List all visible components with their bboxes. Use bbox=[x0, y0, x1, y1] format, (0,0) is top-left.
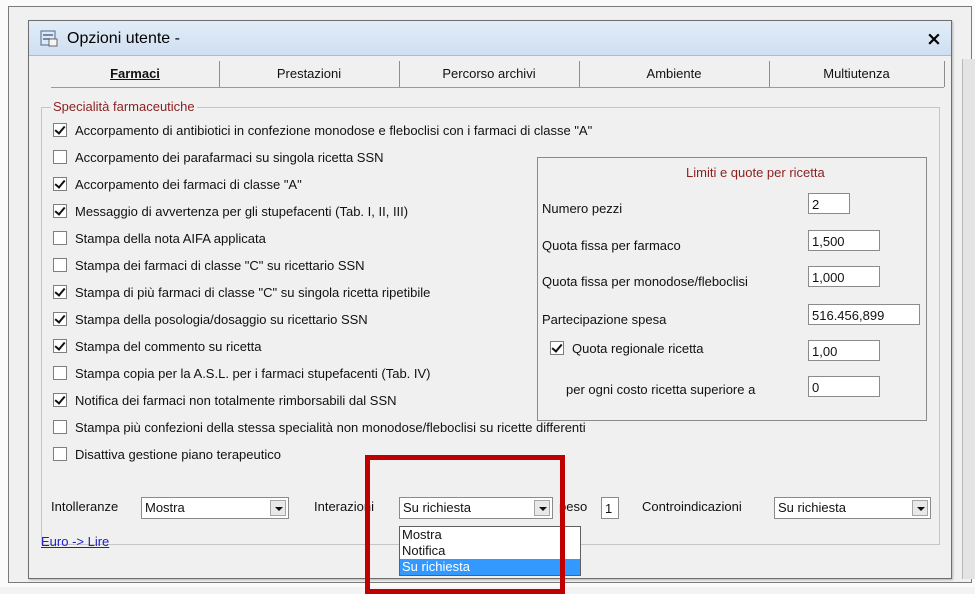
tab-percorso-archivi[interactable]: Percorso archivi bbox=[399, 61, 580, 87]
controindicazioni-label: Controindicazioni bbox=[642, 499, 742, 514]
group-title: Specialità farmaceutiche bbox=[51, 99, 197, 114]
costo-superiore-label: per ogni costo ricetta superiore a bbox=[566, 382, 756, 397]
window-title: Opzioni utente - bbox=[67, 30, 180, 47]
intolleranze-label: Intolleranze bbox=[51, 499, 119, 514]
option-messaggio-stupefacenti[interactable]: Messaggio di avvertenza per gli stupefac… bbox=[53, 202, 408, 222]
checkbox[interactable] bbox=[53, 177, 67, 191]
option-label: Stampa della posologia/dosaggio su ricet… bbox=[75, 312, 368, 327]
tab-farmaci[interactable]: Farmaci bbox=[51, 61, 220, 87]
tab-strip: Farmaci Prestazioni Percorso archivi Amb… bbox=[51, 61, 945, 88]
close-button[interactable]: × bbox=[924, 29, 944, 49]
quota-fissa-monodose-label: Quota fissa per monodose/fleboclisi bbox=[542, 274, 748, 289]
checkbox[interactable] bbox=[53, 285, 67, 299]
quota-regionale-checkbox[interactable]: Quota regionale ricetta bbox=[550, 341, 704, 356]
option-accorpamento-parafarmaci[interactable]: Accorpamento dei parafarmaci su singola … bbox=[53, 148, 384, 168]
option-piu-confezioni[interactable]: Stampa più confezioni della stessa speci… bbox=[53, 418, 586, 438]
dropdown-option-mostra[interactable]: Mostra bbox=[400, 527, 580, 543]
quota-fissa-farmaco-label: Quota fissa per farmaco bbox=[542, 238, 681, 253]
option-label: Stampa di più farmaci di classe "C" su s… bbox=[75, 285, 431, 300]
interazioni-label: Interazioni bbox=[314, 499, 374, 514]
checkbox[interactable] bbox=[53, 393, 67, 407]
checkbox[interactable] bbox=[53, 231, 67, 245]
option-label: Stampa più confezioni della stessa speci… bbox=[75, 420, 586, 435]
intolleranze-value: Mostra bbox=[145, 500, 185, 515]
option-label: Messaggio di avvertenza per gli stupefac… bbox=[75, 204, 409, 219]
checkbox[interactable] bbox=[53, 258, 67, 272]
quota-fissa-monodose-field[interactable]: 1,000 bbox=[808, 266, 880, 287]
parent-scrollbar[interactable] bbox=[962, 59, 975, 579]
checkbox[interactable] bbox=[53, 447, 67, 461]
option-label: Stampa dei farmaci di classe "C" su rice… bbox=[75, 258, 365, 273]
checkbox[interactable] bbox=[53, 420, 67, 434]
peso-field[interactable]: 1 bbox=[601, 497, 619, 519]
intolleranze-select[interactable]: Mostra bbox=[141, 497, 289, 519]
chevron-down-icon[interactable] bbox=[534, 500, 550, 516]
chevron-down-icon[interactable] bbox=[912, 500, 928, 516]
chevron-down-icon[interactable] bbox=[270, 500, 286, 516]
option-label: Accorpamento dei farmaci di classe "A" bbox=[75, 177, 302, 192]
euro-lire-link[interactable]: Euro -> Lire bbox=[41, 534, 109, 549]
option-classe-c-ripetibile[interactable]: Stampa di più farmaci di classe "C" su s… bbox=[53, 283, 430, 303]
checkbox[interactable] bbox=[53, 204, 67, 218]
quota-regionale-field[interactable]: 1,00 bbox=[808, 340, 880, 361]
quota-fissa-farmaco-field[interactable]: 1,500 bbox=[808, 230, 880, 251]
tab-ambiente[interactable]: Ambiente bbox=[579, 61, 770, 87]
numero-pezzi-field[interactable]: 2 bbox=[808, 193, 850, 214]
controindicazioni-select[interactable]: Su richiesta bbox=[774, 497, 931, 519]
option-label: Accorpamento di antibiotici in confezion… bbox=[75, 123, 593, 138]
interazioni-value: Su richiesta bbox=[403, 500, 471, 515]
peso-label: peso bbox=[559, 499, 588, 514]
option-label: Notifica dei farmaci non totalmente rimb… bbox=[75, 393, 397, 408]
title-bar[interactable]: Opzioni utente - × bbox=[29, 21, 951, 56]
option-label: Stampa del commento su ricetta bbox=[75, 339, 262, 354]
interazioni-select[interactable]: Su richiesta bbox=[399, 497, 553, 519]
tab-multiutenza[interactable]: Multiutenza bbox=[769, 61, 945, 87]
option-piano-terapeutico[interactable]: Disattiva gestione piano terapeutico bbox=[53, 445, 281, 465]
controindicazioni-value: Su richiesta bbox=[778, 500, 846, 515]
dropdown-option-su-richiesta[interactable]: Su richiesta bbox=[400, 559, 580, 575]
checkbox[interactable] bbox=[53, 123, 67, 137]
option-commento[interactable]: Stampa del commento su ricetta bbox=[53, 337, 261, 357]
quota-regionale-label: Quota regionale ricetta bbox=[572, 341, 704, 356]
option-classe-c-ricettario[interactable]: Stampa dei farmaci di classe "C" su rice… bbox=[53, 256, 365, 276]
checkbox[interactable] bbox=[53, 339, 67, 353]
option-label: Stampa copia per la A.S.L. per i farmaci… bbox=[75, 366, 431, 381]
option-label: Accorpamento dei parafarmaci su singola … bbox=[75, 150, 384, 165]
checkbox[interactable] bbox=[53, 366, 67, 380]
dropdown-option-notifica[interactable]: Notifica bbox=[400, 543, 580, 559]
option-nota-aifa[interactable]: Stampa della nota AIFA applicata bbox=[53, 229, 266, 249]
option-accorpamento-antibiotici[interactable]: Accorpamento di antibiotici in confezion… bbox=[53, 121, 592, 141]
option-label: Stampa della nota AIFA applicata bbox=[75, 231, 266, 246]
limiti-title: Limiti e quote per ricetta bbox=[686, 165, 825, 180]
tab-prestazioni[interactable]: Prestazioni bbox=[219, 61, 400, 87]
partecipazione-spesa-field[interactable]: 516.456,899 bbox=[808, 304, 920, 325]
limiti-group: Limiti e quote per ricetta Numero pezzi … bbox=[537, 157, 927, 421]
interazioni-dropdown-list: Mostra Notifica Su richiesta bbox=[399, 526, 581, 576]
options-dialog: Opzioni utente - × Farmaci Prestazioni P… bbox=[28, 20, 952, 579]
app-window-icon bbox=[40, 30, 58, 47]
close-icon: × bbox=[926, 28, 942, 50]
option-posologia[interactable]: Stampa della posologia/dosaggio su ricet… bbox=[53, 310, 368, 330]
option-label: Disattiva gestione piano terapeutico bbox=[75, 447, 281, 462]
partecipazione-spesa-label: Partecipazione spesa bbox=[542, 312, 667, 327]
option-accorpamento-classe-a[interactable]: Accorpamento dei farmaci di classe "A" bbox=[53, 175, 302, 195]
checkbox[interactable] bbox=[550, 341, 564, 355]
checkbox[interactable] bbox=[53, 150, 67, 164]
costo-superiore-field[interactable]: 0 bbox=[808, 376, 880, 397]
option-copia-asl[interactable]: Stampa copia per la A.S.L. per i farmaci… bbox=[53, 364, 431, 384]
numero-pezzi-label: Numero pezzi bbox=[542, 201, 623, 216]
checkbox[interactable] bbox=[53, 312, 67, 326]
option-notifica-non-rimborsabili[interactable]: Notifica dei farmaci non totalmente rimb… bbox=[53, 391, 397, 411]
